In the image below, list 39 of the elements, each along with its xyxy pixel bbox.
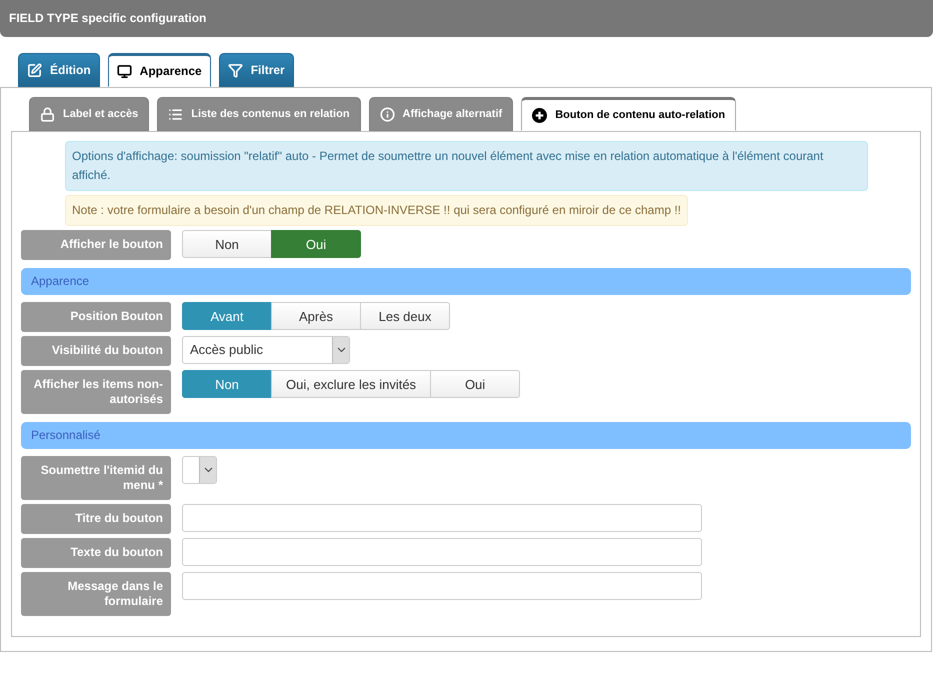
tab[interactable]: Édition: [18, 53, 100, 87]
sub-tab[interactable]: Bouton de contenu auto-relation: [521, 97, 736, 131]
warning-alert: Note : votre formulaire a besoin d'un champ de RELATION-INVERSE !! qui sera configuré en miroir de ce champ !!: [65, 195, 688, 226]
toggle-option[interactable]: Après: [271, 302, 361, 330]
field-label: Titre du bouton: [21, 504, 171, 534]
field-label: Visibilité du bouton: [21, 336, 171, 366]
lock-icon: [40, 106, 55, 122]
section-header: Personnalisé: [21, 422, 911, 449]
text-field[interactable]: [182, 538, 702, 566]
edit-icon: [27, 62, 42, 78]
caret-icon: [336, 347, 346, 353]
info-alert: Options d'affichage: soumission "relatif" auto - Permet de soumettre un nouvel élément avec mise en relation automatique à l'élément courant affiché.: [65, 141, 868, 191]
text-field[interactable]: [182, 572, 702, 600]
field-label: Afficher le bouton: [21, 230, 171, 260]
caret-icon: [204, 467, 212, 473]
monitor-icon: [116, 64, 132, 78]
toggle-option[interactable]: Oui: [430, 370, 520, 398]
toggle-option[interactable]: Non: [182, 230, 272, 258]
toggle-option[interactable]: Oui: [271, 230, 361, 258]
toggle-option[interactable]: Avant: [182, 302, 272, 330]
toggle-option[interactable]: Non: [182, 370, 272, 398]
field-label: Message dans le formulaire: [21, 572, 171, 616]
page-header: FIELD TYPE specific configuration: [0, 0, 933, 37]
info-icon: [380, 106, 395, 122]
select-field[interactable]: Accès public: [182, 336, 350, 364]
toggle-option[interactable]: Les deux: [360, 302, 450, 330]
section-header: Apparence: [21, 268, 911, 295]
list-icon: [168, 106, 184, 122]
text-field[interactable]: [182, 504, 702, 532]
tab[interactable]: Filtrer: [218, 53, 294, 87]
field-label: Afficher les items non-autorisés: [21, 370, 171, 414]
field-label: Position Bouton: [21, 302, 171, 332]
select-field[interactable]: [182, 456, 217, 484]
toggle-option[interactable]: Oui, exclure les invités: [271, 370, 432, 398]
field-label: Texte du bouton: [21, 538, 171, 568]
plus-circle-icon: [532, 108, 548, 122]
tab[interactable]: Apparence: [108, 53, 211, 87]
filter-icon: [228, 62, 243, 78]
field-label: Soumettre l'itemid du menu *: [21, 456, 171, 500]
